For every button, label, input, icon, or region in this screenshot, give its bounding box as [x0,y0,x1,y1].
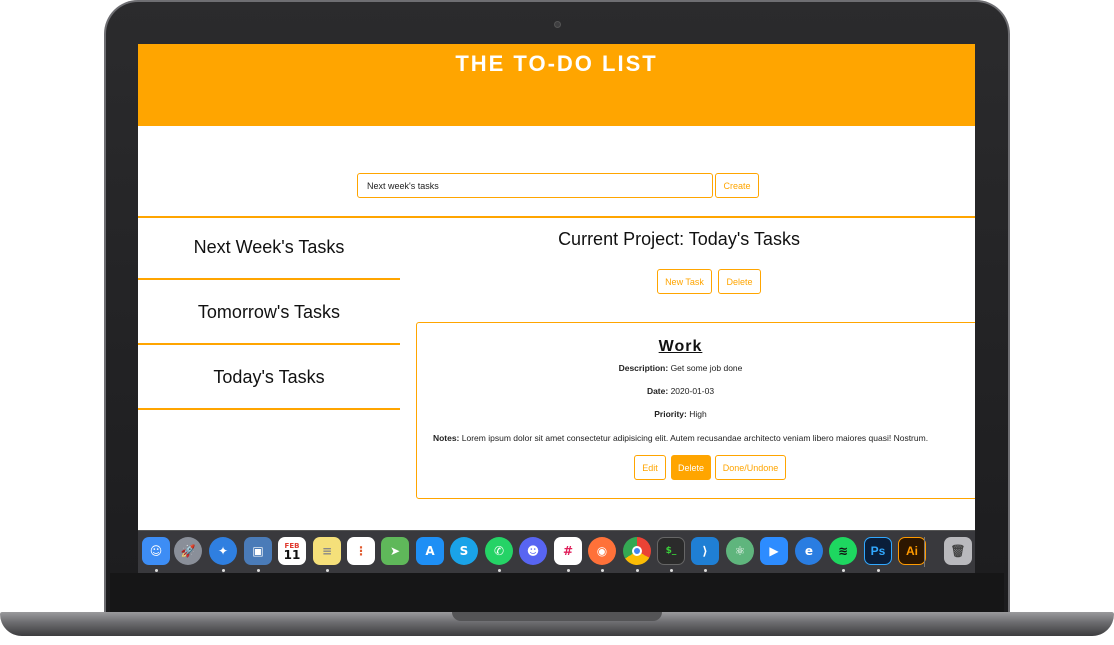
finder-icon[interactable]: ☺ [142,537,170,565]
sidebar-item-label: Next Week's Tasks [193,236,345,257]
notes-label: Notes: [432,433,460,443]
macos-dock: ☺ 🚀 ✦ ▣ FEB 11 ≡ ⋮ ➤ A S ✆ ☻ # ◉ $_ ⟩ ⚛ … [138,530,975,573]
dock-separator [924,537,925,567]
illustrator-icon[interactable]: Ai [898,537,926,565]
running-indicator [636,569,639,572]
chrome-icon[interactable] [623,537,651,565]
running-indicator [498,569,501,572]
photoshop-icon[interactable]: Ps [864,537,892,565]
edge-icon[interactable]: e [795,537,823,565]
sidebar-item-label: Tomorrow's Tasks [197,301,341,322]
priority-value: High [689,409,707,419]
notes-icon[interactable]: ≡ [313,537,341,565]
skype-icon[interactable]: S [450,537,478,565]
running-indicator [257,569,260,572]
date-value: 2020-01-03 [670,386,715,396]
atom-icon[interactable]: ⚛ [726,537,754,565]
toggle-done-button[interactable]: Done/Undone [715,455,786,480]
description-label: Description: [618,363,669,373]
sidebar-item-next-week[interactable]: Next Week's Tasks [138,216,400,280]
spotify-icon[interactable]: ≋ [829,537,857,565]
calendar-icon[interactable]: FEB 11 [278,537,306,565]
reminders-icon[interactable]: ⋮ [347,537,375,565]
calendar-day: 11 [283,548,301,562]
running-indicator [567,569,570,572]
whatsapp-icon[interactable]: ✆ [485,537,513,565]
firefox-icon[interactable]: ◉ [588,537,616,565]
laptop-notch [452,612,662,621]
task-notes: Notes: Lorem ipsum dolor sit amet consec… [417,433,944,443]
zoom-icon[interactable]: ▶ [760,537,788,565]
running-indicator [842,569,845,572]
task-priority: Priority: High [417,409,944,419]
running-indicator [155,569,158,572]
vscode-icon[interactable]: ⟩ [691,537,719,565]
sidebar-item-tomorrow[interactable]: Tomorrow's Tasks [138,281,400,345]
running-indicator [670,569,673,572]
task-description: Description: Get some job done [417,363,944,373]
trash-icon[interactable]: 🗑 [944,537,972,565]
app-screen: THE TO-DO LIST Create Next Week's Tasks … [138,44,975,573]
running-indicator [877,569,880,572]
edit-task-button[interactable]: Edit [634,455,666,480]
date-label: Date: [646,386,669,396]
description-value: Get some job done [670,363,743,373]
sidebar-item-label: Today's Tasks [213,366,325,387]
task-title: Work [658,338,703,355]
app-store-icon[interactable]: A [416,537,444,565]
priority-label: Priority: [654,409,687,419]
app-title: THE TO-DO LIST [455,51,658,76]
running-indicator [326,569,329,572]
delete-task-button[interactable]: Delete [671,455,711,480]
sidebar-item-today[interactable]: Today's Tasks [138,346,400,410]
running-indicator [704,569,707,572]
maps-icon[interactable]: ➤ [381,537,409,565]
preview-icon[interactable]: ▣ [244,537,272,565]
launchpad-icon[interactable]: 🚀 [174,537,202,565]
notes-value: Lorem ipsum dolor sit amet consectetur a… [461,433,929,443]
camera-icon [554,21,561,28]
project-name-input[interactable] [357,173,713,198]
safari-icon[interactable]: ✦ [209,537,237,565]
running-indicator [222,569,225,572]
current-project-title: Current Project: Today's Tasks [558,229,800,249]
create-project-button[interactable]: Create [715,173,759,198]
terminal-icon[interactable]: $_ [657,537,685,565]
new-task-button[interactable]: New Task [657,269,712,294]
app-header: THE TO-DO LIST [138,44,975,126]
running-indicator [601,569,604,572]
task-date: Date: 2020-01-03 [417,386,944,396]
discord-icon[interactable]: ☻ [519,537,547,565]
slack-icon[interactable]: # [554,537,582,565]
delete-project-button[interactable]: Delete [718,269,761,294]
task-card: Work Description: Get some job done Date… [416,322,975,499]
